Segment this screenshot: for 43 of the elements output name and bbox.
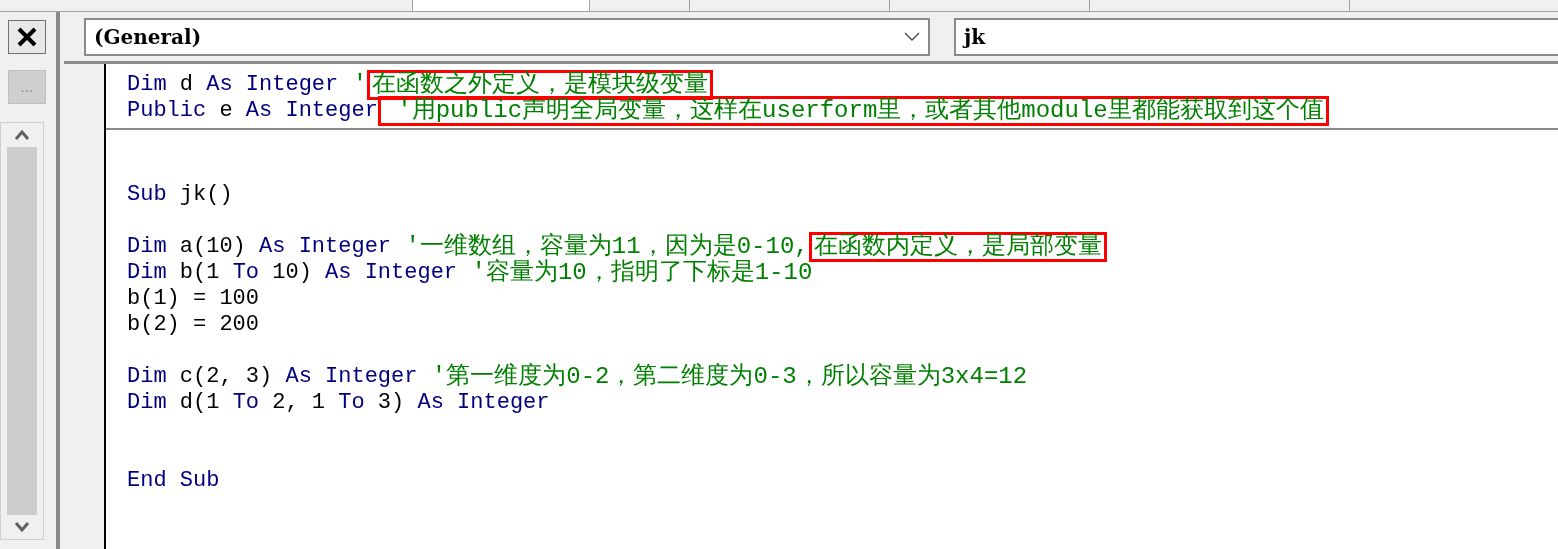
code-text: b(2) = 200 bbox=[127, 312, 260, 338]
code-text: b(1) = 100 bbox=[127, 286, 260, 312]
code-keyword: To bbox=[338, 390, 365, 416]
code-keyword: As Integer bbox=[325, 260, 458, 286]
code-text: d(1 bbox=[178, 390, 221, 416]
code-keyword: Public bbox=[127, 98, 207, 124]
chevron-down-icon bbox=[904, 31, 920, 42]
close-icon bbox=[16, 26, 38, 48]
code-text: 10) bbox=[271, 260, 313, 286]
code-comment: ' bbox=[351, 72, 368, 98]
close-button[interactable] bbox=[8, 20, 46, 54]
code-keyword: As Integer bbox=[245, 98, 378, 124]
scrollbar[interactable] bbox=[0, 122, 44, 540]
code-keyword: Dim bbox=[127, 234, 167, 260]
highlighted-comment: 在函数内定义，是局部变量 bbox=[808, 232, 1107, 262]
code-text: jk() bbox=[178, 182, 233, 208]
object-dropdown[interactable]: (General) bbox=[84, 17, 930, 56]
code-text: 3) bbox=[376, 390, 406, 416]
code-keyword: Dim bbox=[127, 364, 167, 390]
code-text: e bbox=[218, 98, 234, 124]
code-keyword: Sub bbox=[127, 182, 167, 208]
code-keyword: As Integer bbox=[285, 364, 418, 390]
code-keyword: As Integer bbox=[259, 234, 392, 260]
code-keyword: Dim bbox=[127, 390, 167, 416]
code-comment: '容量为10，指明了下标是1-10 bbox=[470, 260, 813, 286]
scroll-down-icon[interactable] bbox=[14, 521, 30, 533]
code-keyword: End Sub bbox=[127, 468, 220, 494]
code-keyword: To bbox=[232, 390, 260, 416]
code-keyword: As Integer bbox=[417, 390, 550, 416]
highlighted-comment: '用public声明全局变量，这样在userform里，或者其他module里都能获取到这个值 bbox=[377, 96, 1329, 126]
code-comment: '第一维度为0-2，第二维度为0-3，所以容量为3x4=12 bbox=[430, 364, 1028, 390]
code-text: c(2, 3) bbox=[178, 364, 274, 390]
code-text: b(1 bbox=[178, 260, 221, 286]
code-keyword: As Integer bbox=[206, 72, 339, 98]
code-text: 2, 1 bbox=[271, 390, 327, 416]
code-keyword: Dim bbox=[127, 260, 167, 286]
procedure-dropdown[interactable]: jk bbox=[954, 17, 1558, 56]
code-text: a(10) bbox=[178, 234, 247, 260]
code-keyword: Dim bbox=[127, 72, 167, 98]
code-comment: '一维数组，容量为11，因为是0-10, bbox=[404, 234, 809, 260]
scroll-up-icon[interactable] bbox=[14, 129, 30, 141]
code-text: d bbox=[178, 72, 194, 98]
code-keyword: To bbox=[232, 260, 260, 286]
